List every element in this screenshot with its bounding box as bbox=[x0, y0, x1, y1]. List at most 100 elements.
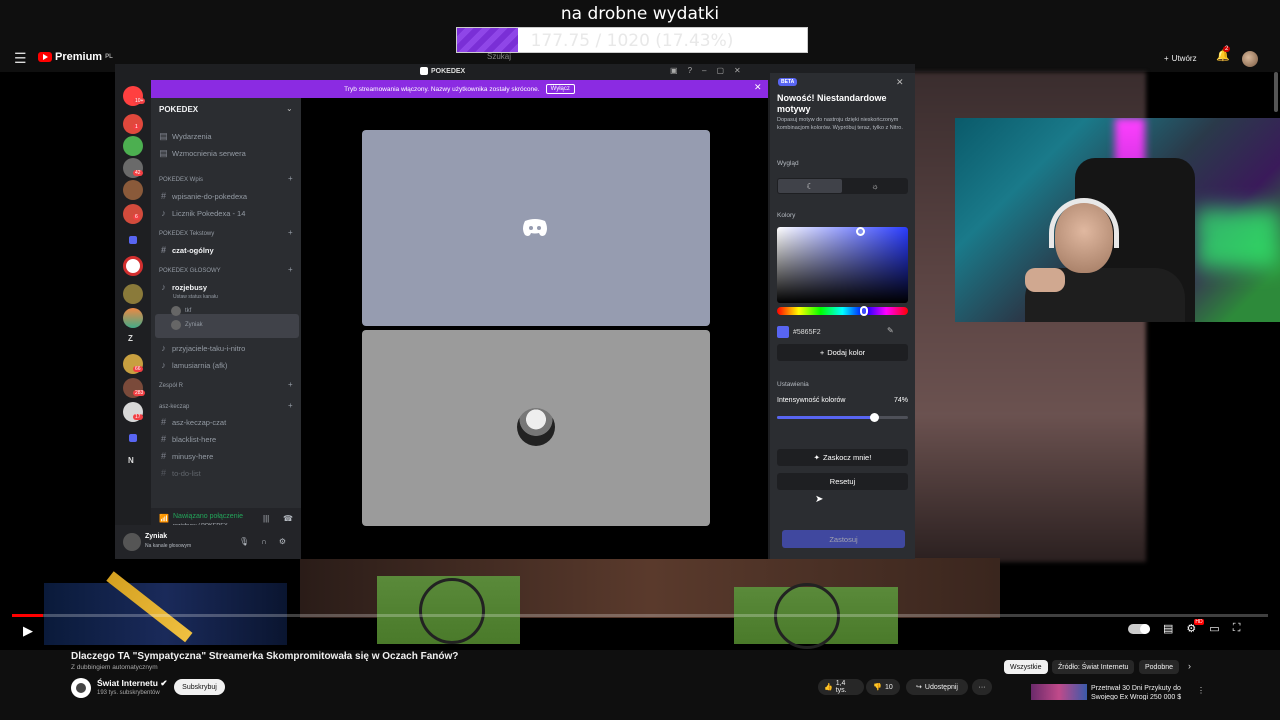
create-button[interactable]: + Utwórz bbox=[1158, 50, 1203, 66]
minimize-icon[interactable]: – bbox=[702, 66, 706, 75]
banner-close-icon[interactable]: ✕ bbox=[754, 82, 762, 93]
apply-button[interactable]: Zastosuj bbox=[782, 530, 905, 548]
video-title: Dlaczego TA "Sympatyczna" Streamerka Sko… bbox=[71, 651, 459, 662]
hue-slider-handle[interactable] bbox=[860, 306, 868, 316]
channel-licznik[interactable]: ♪ Licznik Pokedexa - 14 bbox=[159, 208, 245, 218]
voice-user-name: tkf bbox=[185, 308, 192, 314]
chevron-down-icon[interactable]: ⌄ bbox=[286, 104, 293, 113]
add-color-button[interactable]: + Dodaj kolor bbox=[777, 344, 908, 361]
color-swatch[interactable] bbox=[777, 326, 789, 338]
dislike-button[interactable]: 👎 10 bbox=[866, 679, 900, 695]
server-letter[interactable]: Z bbox=[128, 334, 133, 343]
settings-gear-icon[interactable]: ⚙ bbox=[279, 537, 286, 546]
maximize-icon[interactable]: ▢ bbox=[716, 66, 724, 75]
channel-status-placeholder[interactable]: Ustaw status kanału bbox=[173, 294, 218, 300]
color-picker-handle[interactable] bbox=[856, 227, 865, 236]
folder-icon[interactable] bbox=[129, 236, 137, 244]
channel-wpisanie[interactable]: # wpisanie-do-pokedexa bbox=[159, 191, 247, 201]
light-mode-sun-icon[interactable]: ☼ bbox=[843, 179, 907, 193]
notifications-bell-icon[interactable]: 🔔 2 bbox=[1216, 46, 1231, 62]
disable-streamer-mode-button[interactable]: Wyłącz bbox=[545, 84, 575, 94]
youtube-logo[interactable]: Premium PL bbox=[38, 51, 113, 63]
category-text[interactable]: POKEDEX Tekstowy bbox=[159, 231, 214, 237]
fullscreen-icon[interactable]: ⛶ bbox=[1233, 622, 1241, 635]
channel-boosts[interactable]: ▤ Wzmocnienia serwera bbox=[159, 148, 246, 159]
chip-similar[interactable]: Podobne bbox=[1139, 660, 1180, 674]
chip-source[interactable]: Źródło: Świat Internetu bbox=[1052, 660, 1135, 674]
channel-name[interactable]: Świat Internetu ✔ bbox=[97, 678, 167, 689]
channel-asz-czat[interactable]: # asz-keczap-czat bbox=[159, 417, 226, 427]
recommendation-thumbnail[interactable] bbox=[1031, 684, 1087, 700]
server-item[interactable] bbox=[123, 308, 143, 328]
video-progress-bar[interactable] bbox=[12, 614, 1268, 617]
channel-todo[interactable]: # to-do-list bbox=[159, 468, 201, 478]
add-channel-icon[interactable]: + bbox=[288, 265, 293, 274]
channel-minusy[interactable]: # minusy-here bbox=[159, 451, 213, 461]
category-team[interactable]: Zespół R bbox=[159, 383, 183, 389]
channel-events[interactable]: ▤ Wydarzenia bbox=[159, 131, 211, 142]
subtitles-icon[interactable]: ▤ bbox=[1163, 622, 1173, 635]
intensity-slider[interactable] bbox=[777, 413, 908, 422]
color-picker-area[interactable] bbox=[777, 227, 908, 303]
voice-user[interactable]: Zyniak bbox=[171, 320, 203, 330]
microphone-icon[interactable]: 🎙 bbox=[239, 537, 249, 546]
close-icon[interactable]: ✕ bbox=[896, 77, 904, 88]
participant-tile[interactable] bbox=[362, 330, 710, 526]
add-channel-icon[interactable]: + bbox=[288, 228, 293, 237]
server-item[interactable] bbox=[123, 136, 143, 156]
recommendation-title[interactable]: Przetrwał 30 Dni Przykuty do Swojego Ex … bbox=[1091, 684, 1191, 700]
chevron-right-icon[interactable]: › bbox=[1188, 661, 1191, 671]
folder-icon[interactable] bbox=[129, 434, 137, 442]
channel-przyjaciele[interactable]: ♪ przyjaciele-taku-i-nitro bbox=[159, 343, 245, 353]
server-item[interactable] bbox=[123, 284, 143, 304]
add-channel-icon[interactable]: + bbox=[288, 174, 293, 183]
category-voice[interactable]: POKEDEX GŁOSOWY bbox=[159, 268, 221, 274]
channel-rozjebusy[interactable]: ♪ rozjebusy bbox=[159, 282, 207, 292]
signal-icon[interactable]: 📶 bbox=[159, 514, 169, 523]
server-item[interactable] bbox=[123, 180, 143, 200]
settings-gear-icon[interactable]: ⚙ HD bbox=[1186, 619, 1204, 635]
subscribe-button[interactable]: Subskrybuj bbox=[174, 679, 225, 695]
screen-share-icon[interactable]: ▣ bbox=[670, 66, 678, 75]
search-input[interactable]: Szukaj bbox=[487, 52, 511, 61]
user-name[interactable]: Zyniak bbox=[145, 533, 167, 540]
server-letter[interactable]: N bbox=[128, 456, 134, 465]
headphones-icon[interactable]: ∩ bbox=[261, 537, 267, 546]
disconnect-icon[interactable]: ☎ bbox=[283, 514, 293, 523]
page-scrollbar[interactable] bbox=[1274, 72, 1278, 112]
hex-value[interactable]: #5865F2 bbox=[793, 329, 821, 336]
play-icon[interactable]: ▶ bbox=[23, 623, 33, 639]
hue-slider[interactable] bbox=[777, 306, 908, 316]
server-pokedex[interactable] bbox=[123, 256, 143, 276]
participant-tile[interactable] bbox=[362, 130, 710, 326]
hamburger-icon[interactable]: ☰ bbox=[14, 50, 27, 67]
noise-suppression-icon[interactable]: ||| bbox=[263, 514, 269, 523]
avatar[interactable] bbox=[1242, 51, 1258, 67]
more-actions-button[interactable]: ··· bbox=[972, 679, 992, 695]
dubbing-info[interactable]: Z dubbingiem automatycznym bbox=[71, 664, 158, 671]
eyedropper-icon[interactable]: ✎ bbox=[887, 326, 894, 335]
channel-avatar[interactable] bbox=[71, 678, 91, 698]
chip-all[interactable]: Wszystkie bbox=[1004, 660, 1048, 674]
avatar[interactable] bbox=[123, 533, 141, 551]
intensity-slider-handle[interactable] bbox=[869, 413, 879, 422]
like-button[interactable]: 👍 1,4 tys. bbox=[818, 679, 864, 695]
surprise-me-button[interactable]: ✦ Zaskocz mnie! bbox=[777, 449, 908, 466]
channel-czat-ogolny[interactable]: # czat-ogólny bbox=[159, 245, 214, 255]
share-button[interactable]: ↪ Udostępnij bbox=[906, 679, 968, 695]
channel-blacklist[interactable]: # blacklist-here bbox=[159, 434, 216, 444]
reset-button[interactable]: Resetuj bbox=[777, 473, 908, 490]
category-wpis[interactable]: POKEDEX Wpis bbox=[159, 177, 203, 183]
category-asz[interactable]: asz-keczap bbox=[159, 404, 189, 410]
help-icon[interactable]: ? bbox=[688, 66, 692, 75]
dark-mode-moon-icon[interactable]: ☾ bbox=[778, 179, 842, 193]
close-icon[interactable]: ✕ bbox=[734, 66, 741, 75]
channel-lamusiarnia[interactable]: ♪ lamusiarnia (afk) bbox=[159, 360, 227, 370]
guild-name[interactable]: POKEDEX bbox=[159, 105, 198, 114]
more-vertical-icon[interactable]: ⋮ bbox=[1197, 686, 1205, 695]
theater-mode-icon[interactable]: ▭ bbox=[1209, 622, 1219, 635]
autoplay-toggle[interactable] bbox=[1128, 623, 1150, 634]
voice-user[interactable]: tkf bbox=[171, 306, 191, 316]
add-channel-icon[interactable]: + bbox=[288, 380, 293, 389]
add-channel-icon[interactable]: + bbox=[288, 401, 293, 410]
